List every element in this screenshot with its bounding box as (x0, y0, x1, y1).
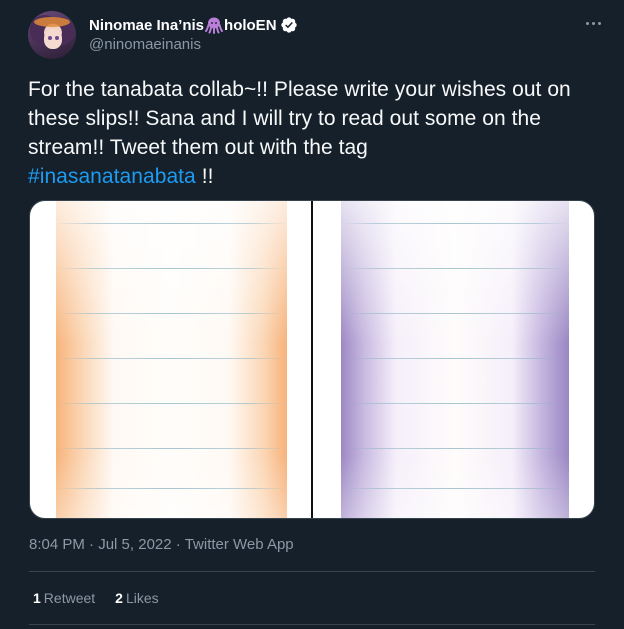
author-block: Ninomae Ina’nis holoEN @ninomaeinanis (89, 15, 298, 53)
more-dot-icon (597, 21, 601, 25)
tweet-media[interactable] (29, 200, 595, 519)
tweet-stats: 1 Retweet 2 Likes (33, 590, 159, 606)
orange-slip-image[interactable] (56, 201, 287, 518)
divider-line (29, 571, 595, 572)
hashtag-link[interactable]: #inasanatanabata (28, 165, 196, 188)
meta-separator: · (89, 536, 95, 553)
purple-slip-image[interactable] (341, 201, 569, 518)
more-dot-icon (591, 21, 595, 25)
retweets-label: Retweet (43, 590, 96, 606)
tweet-metadata: 8:04 PM · Jul 5, 2022 · Twitter Web App (29, 536, 294, 553)
tweet-time[interactable]: 8:04 PM (29, 536, 85, 553)
more-options-button[interactable] (580, 13, 606, 33)
likes-count: 2 (115, 590, 123, 606)
meta-separator: · (175, 536, 181, 553)
divider-line (29, 624, 595, 625)
tweet-header: Ninomae Ina’nis holoEN @ninomaeinanis (28, 11, 610, 61)
author-handle[interactable]: @ninomaeinanis (89, 36, 298, 53)
display-name-prefix[interactable]: Ninomae Ina’nis (89, 17, 204, 34)
verified-badge-icon (280, 16, 298, 34)
tweet-date[interactable]: Jul 5, 2022 (98, 536, 171, 553)
tweet: Ninomae Ina’nis holoEN @ninomaeinanis Fo… (0, 0, 624, 629)
retweets-stat[interactable]: 1 Retweet (33, 590, 95, 606)
tweet-source[interactable]: Twitter Web App (185, 536, 294, 553)
tweet-text-suffix: !! (201, 165, 214, 188)
tweet-text: For the tanabata collab~!! Please write … (28, 75, 603, 191)
likes-label: Likes (125, 590, 159, 606)
avatar[interactable] (28, 11, 76, 59)
tweet-body-text: For the tanabata collab~!! Please write … (28, 78, 571, 159)
octopus-icon (205, 16, 224, 34)
display-name-row[interactable]: Ninomae Ina’nis holoEN (89, 15, 298, 35)
likes-stat[interactable]: 2 Likes (115, 590, 158, 606)
media-divider (311, 201, 313, 518)
display-name-suffix[interactable]: holoEN (224, 17, 277, 34)
retweets-count: 1 (33, 590, 41, 606)
more-dot-icon (585, 21, 589, 25)
